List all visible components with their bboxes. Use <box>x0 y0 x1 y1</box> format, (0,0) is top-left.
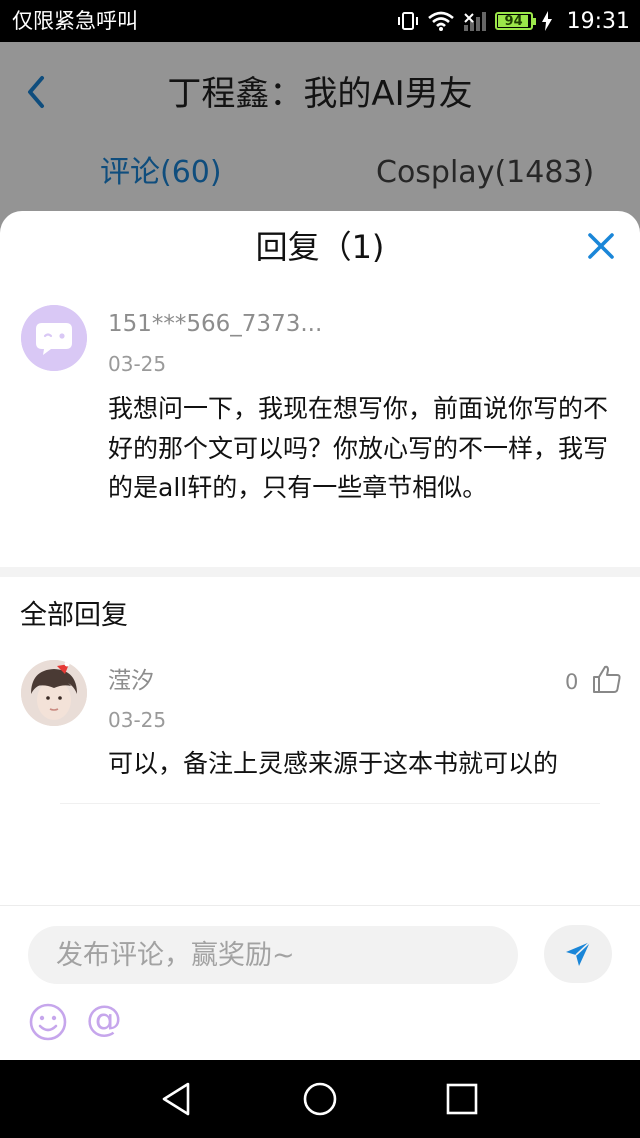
avatar[interactable] <box>21 305 87 371</box>
carrier-text: 仅限紧急呼叫 <box>12 9 138 33</box>
smiley-icon[interactable] <box>28 1002 68 1042</box>
status-icons: 94 19:31 <box>397 6 630 36</box>
all-replies-heading: 全部回复 <box>20 600 128 631</box>
system-nav-bar <box>0 1060 640 1138</box>
battery-level: 94 <box>504 13 523 29</box>
reply-divider <box>60 803 600 804</box>
clock: 19:31 <box>566 8 630 34</box>
reply-sheet: 回复（1) 151***566_7373... 03-25 我想问一下，我现在想… <box>0 211 640 1060</box>
comment-composer: @ <box>0 905 640 1060</box>
thumbs-up-icon[interactable] <box>591 663 623 695</box>
nav-recents-icon[interactable] <box>443 1080 481 1118</box>
wifi-icon <box>427 11 454 31</box>
avatar[interactable] <box>21 660 87 726</box>
mention-button[interactable]: @ <box>86 998 122 1042</box>
sheet-title: 回复（1) <box>255 228 385 266</box>
nav-home-icon[interactable] <box>301 1080 339 1118</box>
paper-plane-icon <box>566 941 591 966</box>
comment-username[interactable]: 151***566_7373... <box>108 308 322 340</box>
section-divider <box>0 567 640 577</box>
charging-icon <box>541 11 552 31</box>
reply-username[interactable]: 滢汐 <box>108 665 154 697</box>
send-button[interactable] <box>544 925 612 983</box>
vibrate-icon <box>397 12 418 30</box>
nav-back-icon[interactable] <box>158 1080 196 1118</box>
signal-icon <box>463 12 486 31</box>
reply-text: 可以，备注上灵感来源于这本书就可以的 <box>108 749 559 778</box>
reply-date: 03-25 <box>108 708 167 732</box>
close-icon[interactable] <box>586 231 616 261</box>
comment-input[interactable] <box>28 926 518 984</box>
status-bar: 仅限紧急呼叫 94 19:31 <box>0 0 640 42</box>
default-avatar-icon <box>21 305 87 371</box>
comment-date: 03-25 <box>108 352 167 376</box>
battery-icon: 94 <box>494 12 536 30</box>
comment-text: 我想问一下，我现在想写你，前面说你写的不好的那个文可以吗？你放心写的不一样，我写… <box>108 394 609 502</box>
user-photo-avatar <box>21 660 87 726</box>
like-count: 0 <box>565 670 579 694</box>
